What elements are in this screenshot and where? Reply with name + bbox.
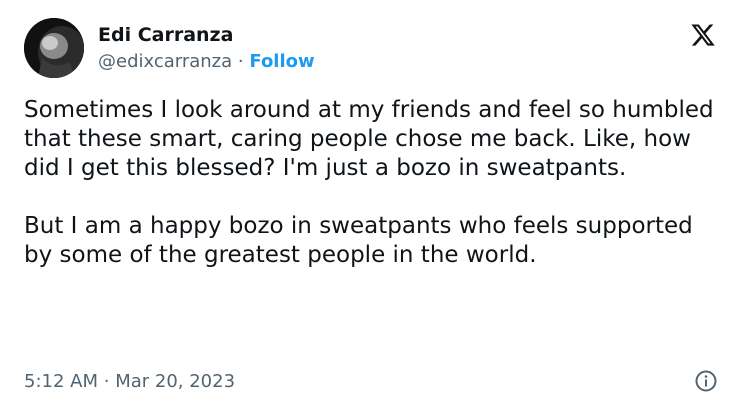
tweet-paragraph-1: Sometimes I look around at my friends an… — [24, 97, 714, 181]
info-icon[interactable] — [694, 369, 718, 393]
tweet-card: Edi Carranza @edixcarranza · Follow Some… — [0, 0, 740, 405]
tweet-paragraph-2: But I am a happy bozo in sweatpants who … — [24, 213, 693, 268]
author-handle[interactable]: @edixcarranza — [98, 51, 232, 72]
tweet-time: 5:12 AM — [24, 371, 98, 392]
timestamp[interactable]: 5:12 AM · Mar 20, 2023 — [24, 371, 235, 392]
handle-separator: · — [237, 51, 244, 72]
tweet-date: Mar 20, 2023 — [115, 371, 236, 392]
avatar-image — [24, 18, 84, 78]
timestamp-separator: · — [103, 371, 110, 392]
author-handle-row: @edixcarranza · Follow — [98, 51, 315, 72]
tweet-text: Sometimes I look around at my friends an… — [24, 96, 724, 270]
avatar[interactable] — [24, 18, 84, 78]
author-name[interactable]: Edi Carranza — [98, 24, 233, 46]
follow-button[interactable]: Follow — [249, 51, 314, 72]
x-logo-icon[interactable] — [690, 22, 716, 48]
